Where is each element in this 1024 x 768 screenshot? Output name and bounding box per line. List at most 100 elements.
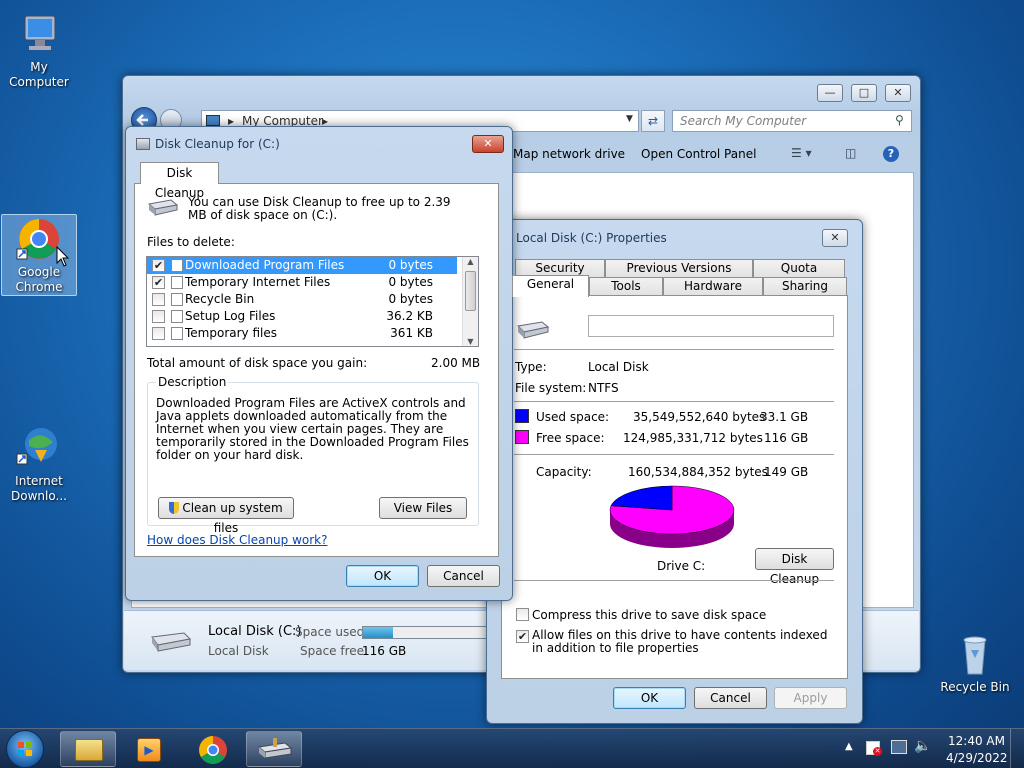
search-placeholder: Search My Computer bbox=[680, 114, 807, 128]
open-control-panel-button[interactable]: Open Control Panel bbox=[641, 147, 756, 161]
scrollbar[interactable]: ▲ ▼ bbox=[462, 257, 478, 346]
ok-button[interactable]: OK bbox=[613, 687, 686, 709]
file-checkbox[interactable] bbox=[152, 310, 165, 323]
taskbar-explorer[interactable] bbox=[60, 731, 116, 767]
show-desktop-button[interactable] bbox=[1010, 729, 1024, 768]
taskbar-disk-cleanup[interactable] bbox=[246, 731, 302, 767]
idm-icon bbox=[15, 424, 63, 472]
tab-sharing[interactable]: Sharing bbox=[763, 277, 847, 295]
used-space-label: Used space: bbox=[536, 410, 610, 424]
file-name: Recycle Bin bbox=[185, 292, 255, 306]
pie-used-slice bbox=[610, 485, 673, 511]
used-space-bytes: 35,549,552,640 bytes bbox=[633, 410, 766, 424]
file-name: Temporary files bbox=[185, 326, 277, 340]
disk-cleanup-panel: You can use Disk Cleanup to free up to 2… bbox=[134, 183, 499, 557]
tab-disk-cleanup[interactable]: Disk Cleanup bbox=[140, 162, 219, 200]
dialog-title: Disk Cleanup for (C:) bbox=[155, 137, 280, 151]
tab-tools[interactable]: Tools bbox=[589, 277, 663, 295]
minimize-button[interactable]: — bbox=[817, 84, 843, 102]
compress-checkbox[interactable] bbox=[516, 608, 529, 621]
file-checkbox[interactable]: ✔ bbox=[152, 276, 165, 289]
list-item[interactable]: Temporary files 361 KB bbox=[147, 325, 457, 342]
help-icon[interactable]: ? bbox=[883, 146, 899, 162]
list-item[interactable]: ✔ Downloaded Program Files 0 bytes bbox=[147, 257, 457, 274]
clock-date[interactable]: 4/29/2022 bbox=[946, 751, 1008, 765]
list-item[interactable]: Recycle Bin 0 bytes bbox=[147, 291, 457, 308]
file-checkbox[interactable]: ✔ bbox=[152, 259, 165, 272]
ok-button[interactable]: OK bbox=[346, 565, 419, 587]
computer-icon bbox=[206, 115, 220, 126]
view-options-icon[interactable]: ☰ ▾ bbox=[791, 146, 812, 160]
taskbar: ▶ ▲ ✕ 🔈 12:40 AM 4/29/2022 bbox=[0, 728, 1024, 768]
windows-logo-icon bbox=[18, 742, 32, 756]
cancel-button[interactable]: Cancel bbox=[427, 565, 500, 587]
desktop-icon-label: My Computer bbox=[9, 60, 69, 89]
start-button[interactable] bbox=[6, 730, 44, 768]
divider bbox=[514, 401, 834, 402]
file-checkbox[interactable] bbox=[152, 327, 165, 340]
preview-pane-icon[interactable]: ◫ bbox=[845, 146, 856, 160]
clean-up-system-files-button[interactable]: Clean up system files bbox=[158, 497, 294, 535]
file-system-label: File system: bbox=[515, 381, 587, 395]
space-used-bar bbox=[362, 626, 502, 639]
desktop-icon-label: Recycle Bin bbox=[940, 680, 1010, 694]
compress-label: Compress this drive to save disk space bbox=[532, 608, 767, 622]
close-button[interactable]: ✕ bbox=[822, 229, 848, 247]
action-center-icon[interactable]: ✕ bbox=[866, 741, 882, 756]
general-tab-panel: Type: Local Disk File system: NTFS Used … bbox=[501, 295, 848, 679]
disk-cleanup-button[interactable]: Disk Cleanup bbox=[755, 548, 834, 586]
refresh-button[interactable]: ⇄ bbox=[641, 110, 665, 132]
drive-name-input[interactable] bbox=[588, 315, 834, 337]
clock-time[interactable]: 12:40 AM bbox=[948, 734, 1005, 748]
list-item[interactable]: Setup Log Files 36.2 KB bbox=[147, 308, 457, 325]
tab-general[interactable]: General bbox=[512, 275, 589, 297]
disk-cleanup-dialog: Disk Cleanup for (C:) ✕ Disk Cleanup You… bbox=[125, 126, 513, 601]
scroll-up-icon[interactable]: ▲ bbox=[463, 257, 478, 266]
map-network-drive-button[interactable]: Map network drive bbox=[513, 147, 625, 161]
drive-name: Local Disk (C:) bbox=[208, 624, 302, 639]
maximize-button[interactable]: □ bbox=[851, 84, 877, 102]
file-checkbox[interactable] bbox=[152, 293, 165, 306]
space-free-value: 116 GB bbox=[362, 644, 407, 658]
scroll-thumb[interactable] bbox=[465, 271, 476, 311]
recycle-bin-icon bbox=[951, 630, 999, 678]
tab-hardware[interactable]: Hardware bbox=[663, 277, 763, 295]
space-used-label: Space used: bbox=[295, 625, 369, 639]
taskbar-media-player[interactable]: ▶ bbox=[122, 731, 178, 767]
divider bbox=[514, 349, 834, 350]
desktop-icon-my-computer[interactable]: My Computer bbox=[1, 10, 77, 90]
description-group: Description Downloaded Program Files are… bbox=[147, 375, 479, 535]
show-hidden-icons[interactable]: ▲ bbox=[845, 741, 853, 752]
properties-dialog: Local Disk (C:) Properties ✕ Security Pr… bbox=[486, 219, 863, 724]
close-button[interactable]: ✕ bbox=[472, 135, 504, 153]
tab-quota[interactable]: Quota bbox=[753, 259, 845, 277]
tab-previous-versions[interactable]: Previous Versions bbox=[605, 259, 753, 277]
chrome-icon bbox=[199, 736, 227, 764]
scroll-down-icon[interactable]: ▼ bbox=[463, 337, 478, 346]
dropdown-arrow-icon[interactable]: ▼ bbox=[626, 114, 633, 124]
mouse-cursor-icon bbox=[56, 246, 70, 267]
help-link[interactable]: How does Disk Cleanup work? bbox=[147, 533, 328, 547]
network-icon[interactable] bbox=[891, 740, 907, 754]
type-label: Type: bbox=[515, 360, 547, 374]
cancel-button[interactable]: Cancel bbox=[694, 687, 767, 709]
close-button[interactable]: ✕ bbox=[885, 84, 911, 102]
taskbar-chrome[interactable] bbox=[184, 731, 240, 767]
view-files-button[interactable]: View Files bbox=[379, 497, 467, 519]
total-value: 2.00 MB bbox=[431, 356, 481, 370]
list-item[interactable]: ✔ Temporary Internet Files 0 bytes bbox=[147, 274, 457, 291]
files-to-delete-label: Files to delete: bbox=[147, 235, 235, 249]
drive-icon bbox=[516, 318, 550, 340]
apply-button[interactable]: Apply bbox=[774, 687, 847, 709]
disk-cleanup-title-icon bbox=[136, 138, 150, 150]
files-list[interactable]: ✔ Downloaded Program Files 0 bytes ✔ Tempora… bbox=[146, 256, 479, 347]
desktop-icon-recycle-bin[interactable]: Recycle Bin bbox=[937, 630, 1013, 695]
search-input[interactable]: Search My Computer ⚲ bbox=[672, 110, 912, 132]
used-space-swatch bbox=[515, 409, 529, 423]
disk-usage-pie bbox=[609, 485, 735, 548]
desktop-icon-internet-download-manager[interactable]: Internet Downlo... bbox=[1, 424, 77, 504]
free-space-swatch bbox=[515, 430, 529, 444]
index-label: Allow files on this drive to have conten… bbox=[532, 628, 828, 655]
index-checkbox[interactable]: ✔ bbox=[516, 630, 529, 643]
volume-icon[interactable]: 🔈 bbox=[914, 738, 931, 754]
